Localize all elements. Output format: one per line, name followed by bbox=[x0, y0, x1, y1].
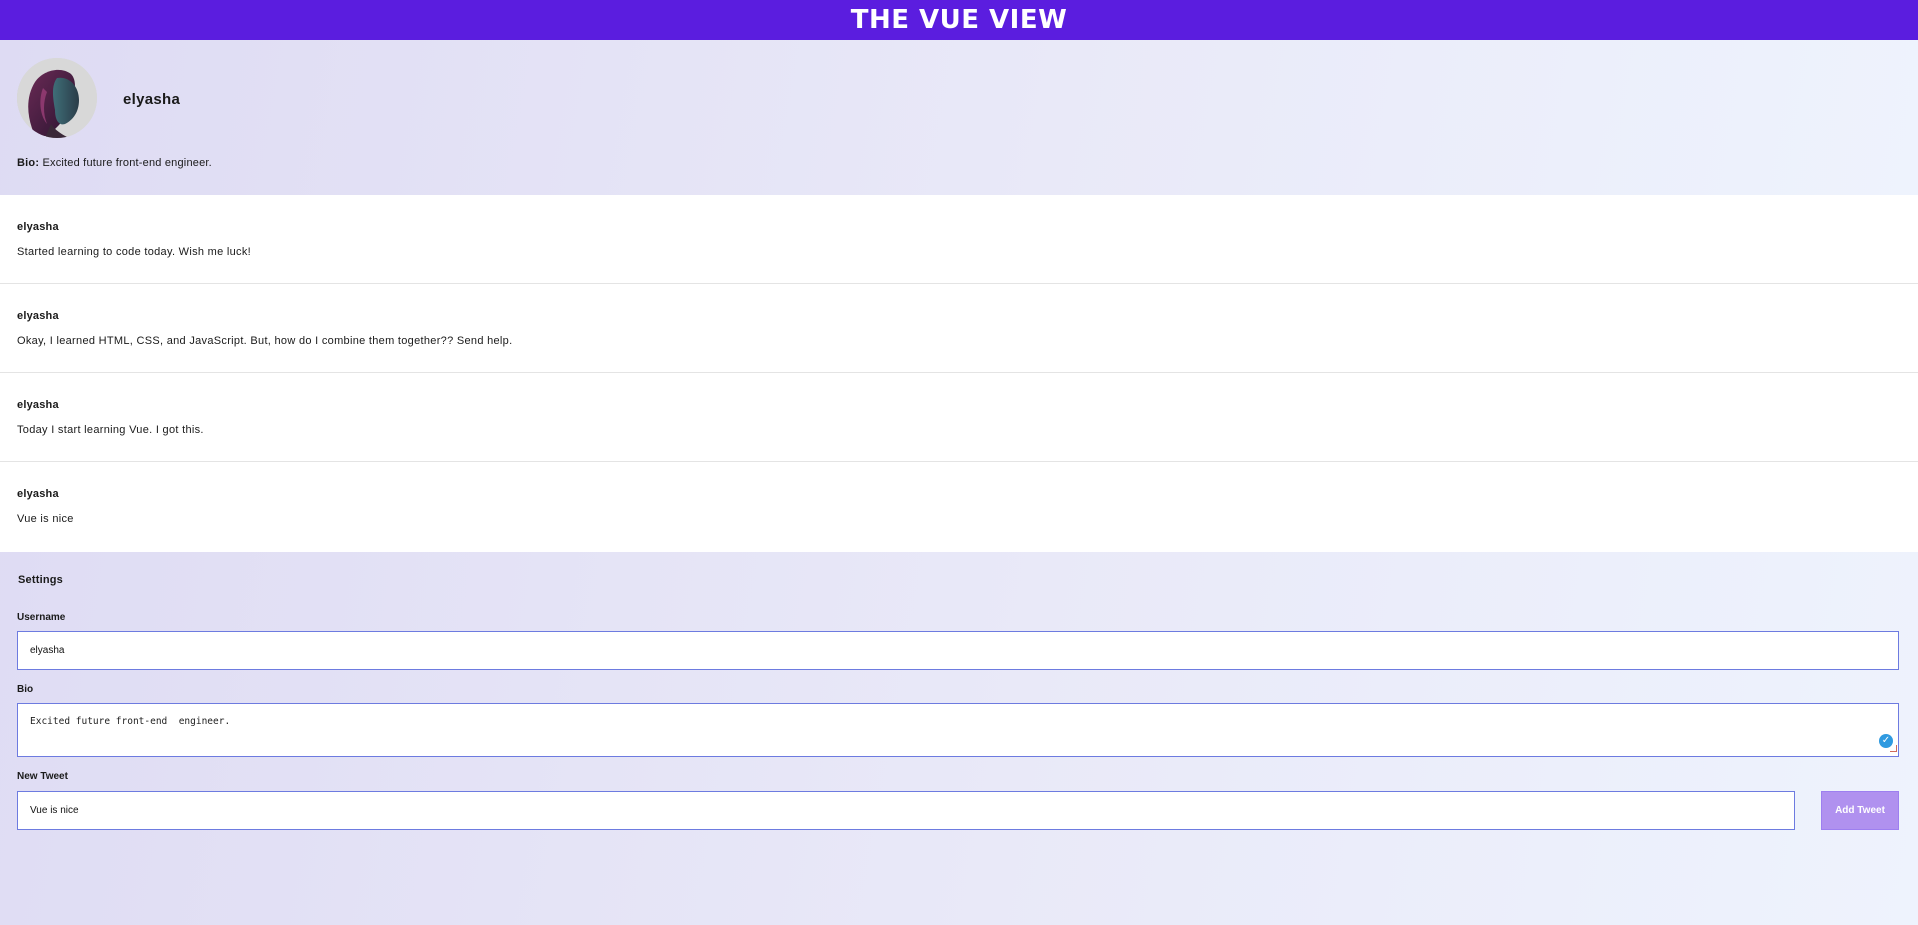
tweet-item: elyasha Okay, I learned HTML, CSS, and J… bbox=[0, 284, 1918, 373]
page-title: THE VUE VIEW bbox=[850, 5, 1068, 35]
tweet-text: Today I start learning Vue. I got this. bbox=[17, 424, 204, 436]
tweet-text: Vue is nice bbox=[17, 513, 74, 525]
bio-label: Bio bbox=[17, 684, 34, 695]
settings-section: Settings Username Bio Excited future fro… bbox=[0, 552, 1918, 922]
tweet-item: elyasha Today I start learning Vue. I go… bbox=[0, 373, 1918, 462]
username-label: Username bbox=[17, 612, 66, 623]
profile-bio-text: Excited future front-end engineer. bbox=[42, 157, 212, 169]
profile-bio-label: Bio: bbox=[17, 157, 40, 169]
tweet-author: elyasha bbox=[17, 310, 59, 322]
app-header: THE VUE VIEW bbox=[0, 0, 1918, 40]
add-tweet-button[interactable]: Add Tweet bbox=[1821, 791, 1899, 830]
new-tweet-input[interactable] bbox=[17, 791, 1795, 830]
tweet-text: Okay, I learned HTML, CSS, and JavaScrip… bbox=[17, 335, 513, 347]
avatar bbox=[17, 58, 97, 138]
tweet-author: elyasha bbox=[17, 488, 59, 500]
tweet-text: Started learning to code today. Wish me … bbox=[17, 246, 252, 258]
username-input[interactable] bbox=[17, 631, 1899, 670]
profile-bio: Bio: Excited future front-end engineer. bbox=[17, 157, 212, 169]
settings-title: Settings bbox=[18, 574, 63, 586]
new-tweet-label: New Tweet bbox=[17, 771, 68, 782]
resize-handle-icon[interactable] bbox=[1890, 745, 1897, 752]
profile-section: elyasha Bio: Excited future front-end en… bbox=[0, 40, 1918, 195]
tweet-author: elyasha bbox=[17, 399, 59, 411]
tweet-item: elyasha Vue is nice bbox=[0, 462, 1918, 552]
tweet-item: elyasha Started learning to code today. … bbox=[0, 195, 1918, 284]
avatar-portrait-icon bbox=[17, 58, 97, 138]
tweet-list: elyasha Started learning to code today. … bbox=[0, 195, 1918, 552]
tweet-author: elyasha bbox=[17, 221, 59, 233]
bio-textarea[interactable]: Excited future front-end engineer. bbox=[17, 703, 1899, 757]
profile-username: elyasha bbox=[123, 91, 181, 108]
